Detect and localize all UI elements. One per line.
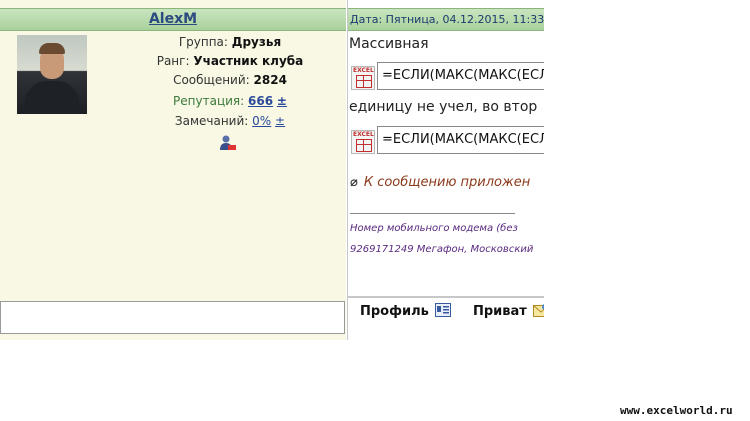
messages-row: Сообщений: 2824 bbox=[100, 73, 360, 87]
formula-box-1[interactable]: =ЕСЛИ(МАКС(МАКС(ЕСЛ bbox=[377, 62, 544, 90]
group-label: Группа: bbox=[178, 35, 228, 49]
code-block-1: EXCEL =ЕСЛИ(МАКС(МАКС(ЕСЛ bbox=[348, 62, 544, 90]
remarks-row: Замечаний: 0% ± bbox=[100, 114, 360, 128]
profile-label: Профиль bbox=[360, 304, 429, 319]
message-text-1: Массивная bbox=[349, 36, 429, 52]
code-block-2: EXCEL =ЕСЛИ(МАКС(МАКС(ЕСЛ bbox=[348, 126, 544, 154]
excel-formula-icon[interactable]: EXCEL bbox=[351, 130, 375, 154]
messages-label: Сообщений: bbox=[173, 73, 250, 87]
avatar bbox=[17, 35, 87, 114]
rank-value: Участник клуба bbox=[193, 54, 304, 68]
remarks-label: Замечаний: bbox=[174, 114, 249, 128]
messages-count: 2824 bbox=[253, 73, 287, 87]
signature-line-1: Номер мобильного модема (без bbox=[350, 223, 518, 234]
remarks-change-link[interactable]: ± bbox=[275, 114, 285, 128]
avatar-hair bbox=[39, 43, 65, 54]
message-text-2: единицу не учел, во втор bbox=[349, 99, 538, 115]
reputation-value-link[interactable]: 666 bbox=[248, 94, 273, 108]
excel-grid-glyph bbox=[356, 139, 372, 152]
author-column: AlexM Группа: Друзья Ранг: Участник клуб… bbox=[0, 0, 346, 340]
message-column: Дата: Пятница, 04.12.2015, 11:33 Массивн… bbox=[347, 0, 544, 340]
reputation-row: Репутация: 666 ± bbox=[100, 94, 360, 108]
private-message-button[interactable]: Приват bbox=[473, 303, 544, 319]
author-username-link[interactable]: AlexM bbox=[0, 11, 346, 27]
private-label: Приват bbox=[473, 304, 527, 319]
send-message-icon[interactable] bbox=[219, 135, 237, 151]
profile-card-icon bbox=[435, 303, 452, 317]
reputation-change-link[interactable]: ± bbox=[277, 94, 287, 108]
excel-icon-label: EXCEL bbox=[353, 131, 374, 138]
avatar-body bbox=[25, 81, 79, 114]
message-header: Дата: Пятница, 04.12.2015, 11:33 bbox=[348, 8, 544, 31]
attachment-notice[interactable]: ⌀ К сообщению приложен bbox=[350, 175, 530, 190]
rank-label: Ранг: bbox=[156, 54, 190, 68]
attachment-text: К сообщению приложен bbox=[363, 175, 531, 190]
paperclip-icon: ⌀ bbox=[350, 175, 358, 190]
formula-box-2[interactable]: =ЕСЛИ(МАКС(МАКС(ЕСЛ bbox=[377, 126, 544, 154]
excel-formula-icon[interactable]: EXCEL bbox=[351, 66, 375, 90]
forum-post: AlexM Группа: Друзья Ранг: Участник клуб… bbox=[0, 0, 544, 340]
post-date: Дата: Пятница, 04.12.2015, 11:33 bbox=[350, 13, 544, 26]
rank-row: Ранг: Участник клуба bbox=[100, 54, 360, 68]
excel-icon-label: EXCEL bbox=[353, 67, 374, 74]
author-footer-box bbox=[0, 301, 345, 334]
remarks-value-link[interactable]: 0% bbox=[252, 114, 271, 128]
group-row: Группа: Друзья bbox=[100, 35, 360, 49]
author-header: AlexM bbox=[0, 8, 346, 31]
signature-divider bbox=[350, 213, 515, 214]
excel-grid-glyph bbox=[356, 75, 372, 88]
group-value: Друзья bbox=[231, 35, 282, 49]
reputation-label: Репутация: bbox=[173, 94, 245, 108]
signature-line-2: 9269171249 Мегафон, Московский bbox=[350, 244, 534, 255]
site-watermark: www.excelworld.ru bbox=[620, 404, 733, 417]
envelope-icon bbox=[533, 304, 544, 317]
profile-button[interactable]: Профиль bbox=[360, 303, 452, 319]
